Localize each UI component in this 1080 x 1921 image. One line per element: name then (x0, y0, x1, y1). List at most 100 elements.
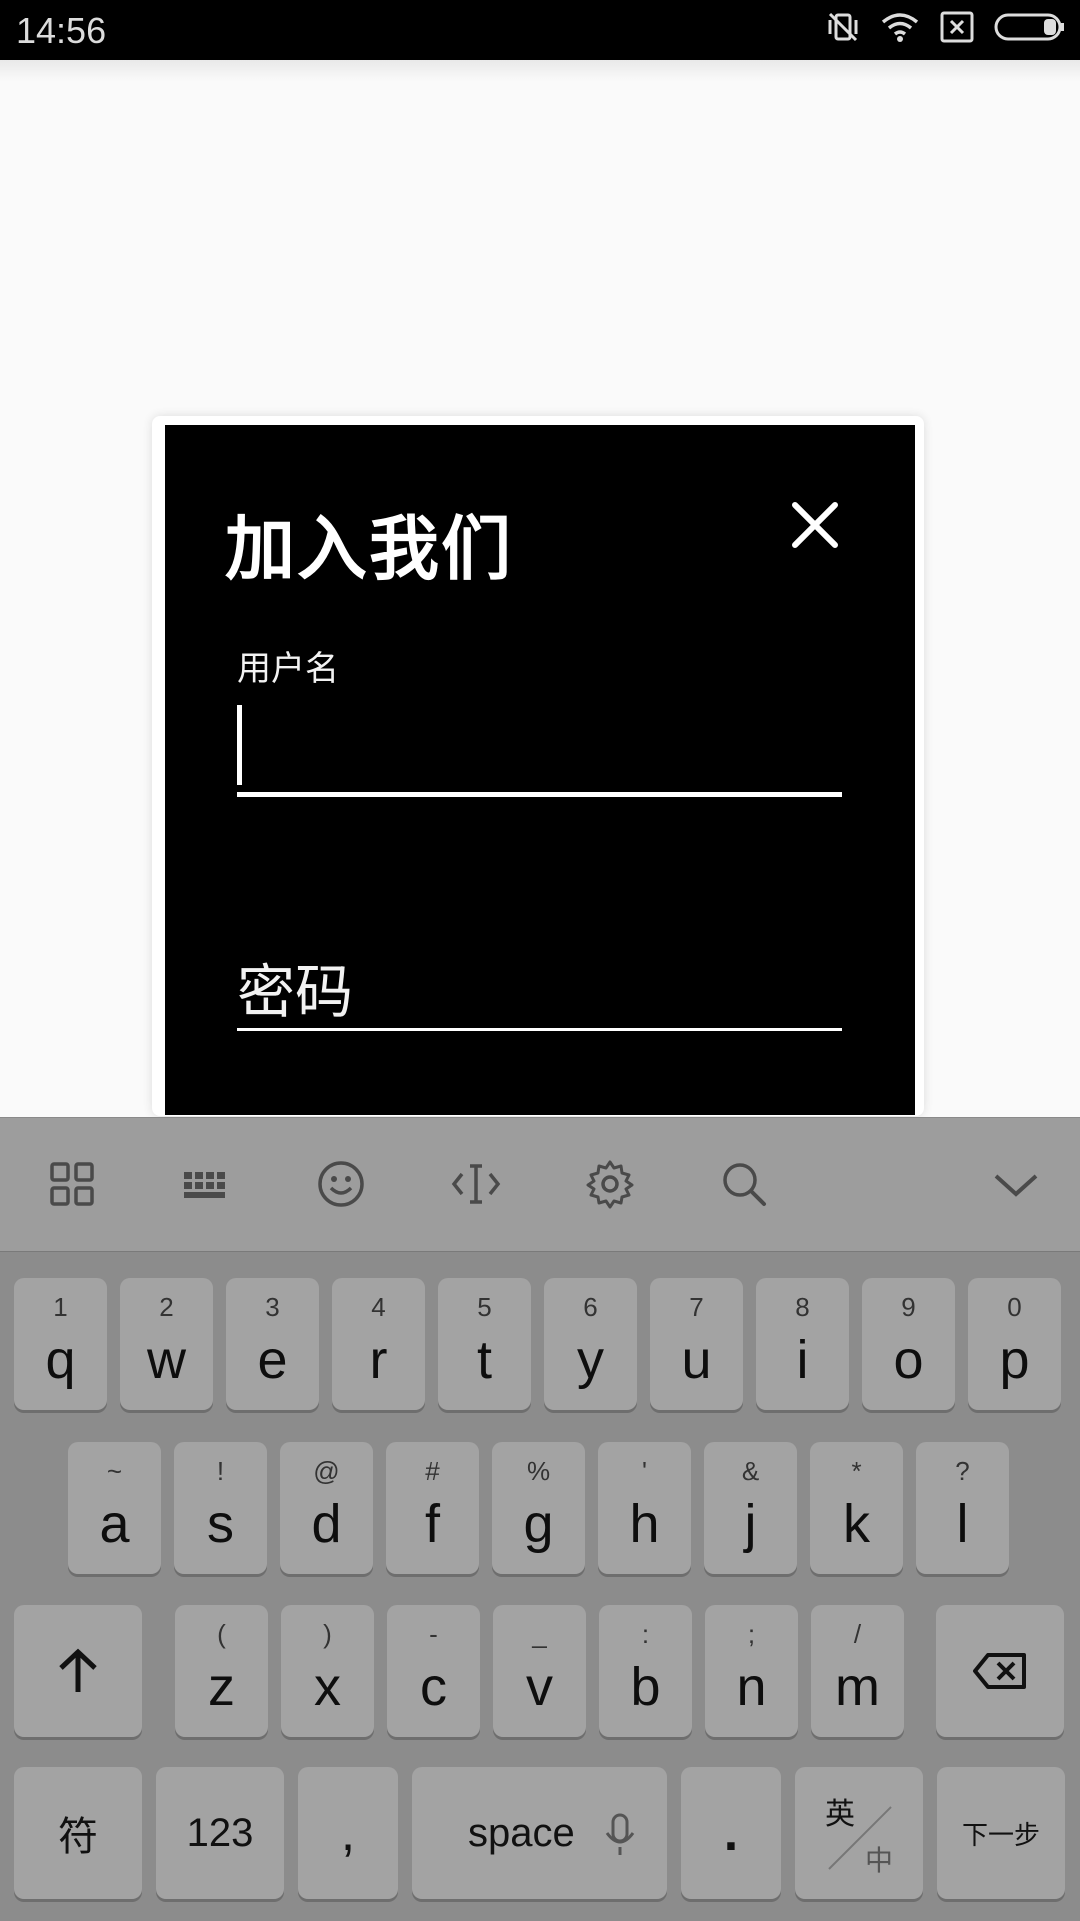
settings-icon[interactable] (584, 1158, 636, 1210)
key-primary-label: s (207, 1494, 234, 1554)
key-secondary-label: ! (216, 1456, 225, 1486)
key-secondary-label: 6 (583, 1292, 598, 1322)
key-j[interactable]: & j (704, 1442, 797, 1574)
comma-key[interactable]: , (298, 1767, 398, 1899)
shift-icon (14, 1605, 142, 1737)
key-primary-label: h (629, 1494, 660, 1554)
key-secondary-label: 8 (795, 1292, 810, 1322)
key-secondary-label: ? (955, 1456, 970, 1486)
key-l[interactable]: ? l (916, 1442, 1009, 1574)
key-y[interactable]: 6y (544, 1278, 637, 1410)
period-key[interactable]: . (681, 1767, 781, 1899)
battery-icon (994, 11, 1066, 43)
microphone-icon (603, 1813, 637, 1862)
key-primary-label: f (424, 1494, 440, 1554)
password-underline (237, 1028, 842, 1031)
search-icon[interactable] (718, 1158, 770, 1210)
symbols-key[interactable]: 符 (14, 1767, 142, 1899)
key-p[interactable]: 0p (968, 1278, 1061, 1410)
close-button[interactable] (785, 495, 845, 555)
key-primary-label: l (956, 1494, 969, 1554)
key-a[interactable]: ~ a (68, 1442, 161, 1574)
numbers-key[interactable]: 123 (156, 1767, 284, 1899)
key-secondary-label: 1 (53, 1292, 68, 1322)
emoji-icon[interactable] (315, 1158, 367, 1210)
key-u[interactable]: 7u (650, 1278, 743, 1410)
keyboard-icon[interactable] (180, 1158, 232, 1210)
collapse-icon[interactable] (990, 1158, 1042, 1210)
key-secondary-label: ) (323, 1619, 332, 1649)
key-primary-label: b (630, 1657, 661, 1717)
key-secondary-label: 4 (371, 1292, 386, 1322)
key-r[interactable]: 4r (332, 1278, 425, 1410)
key-h[interactable]: ' h (598, 1442, 691, 1574)
key-primary-label: m (835, 1657, 880, 1717)
vibrate-off-icon (826, 10, 860, 44)
key-secondary-label: 0 (1007, 1292, 1022, 1322)
cursor-icon[interactable] (450, 1158, 502, 1210)
join-dialog: 加入我们 用户名 密码 (165, 425, 915, 1115)
soft-keyboard: 1q2w3e4r5t6y7u8i9o0p ~ a! s @ d # f% g ' h & j * k? l … (0, 1251, 1080, 1921)
status-bar-shadow (0, 60, 1080, 82)
close-icon (792, 502, 838, 548)
dialog-title: 加入我们 (225, 508, 513, 590)
key-k[interactable]: * k (810, 1442, 903, 1574)
key-s[interactable]: ! s (174, 1442, 267, 1574)
key-primary-label: d (311, 1494, 342, 1554)
key-n[interactable]: ; n (705, 1605, 798, 1737)
status-time: 14:56 (16, 10, 107, 51)
key-d[interactable]: @ d (280, 1442, 373, 1574)
key-secondary-label: - (429, 1619, 438, 1649)
key-secondary-label: / (853, 1619, 862, 1649)
key-secondary-label: # (425, 1456, 440, 1486)
key-m[interactable]: / m (811, 1605, 904, 1737)
key-secondary-label: 9 (901, 1292, 916, 1322)
password-input[interactable]: 密码 (237, 945, 353, 1029)
key-primary-label: k (843, 1494, 870, 1554)
key-primary-label: w (147, 1330, 186, 1390)
key-w[interactable]: 2w (120, 1278, 213, 1410)
key-secondary-label: _ (532, 1619, 547, 1649)
key-f[interactable]: # f (386, 1442, 479, 1574)
language-switch-key[interactable]: 英 中 (795, 1767, 923, 1899)
keyboard-toolbar (0, 1117, 1080, 1252)
next-step-key[interactable]: 下一步 (937, 1767, 1065, 1899)
username-input[interactable] (237, 703, 842, 785)
key-primary-label: p (999, 1330, 1030, 1390)
key-primary-label: y (577, 1330, 604, 1390)
key-c[interactable]: -c (387, 1605, 480, 1737)
key-secondary-label: % (526, 1456, 551, 1486)
backspace-icon (936, 1605, 1064, 1737)
key-primary-label: t (476, 1330, 492, 1390)
key-primary-label: o (893, 1330, 924, 1390)
key-o[interactable]: 9o (862, 1278, 955, 1410)
key-q[interactable]: 1q (14, 1278, 107, 1410)
key-b[interactable]: :b (599, 1605, 692, 1737)
space-key[interactable]: space (412, 1767, 667, 1899)
no-sim-icon (940, 11, 974, 43)
key-secondary-label: ~ (106, 1456, 123, 1486)
key-secondary-label: * (851, 1456, 862, 1486)
key-primary-label: g (523, 1494, 554, 1554)
key-primary-label: v (526, 1657, 553, 1717)
shift-key[interactable] (14, 1605, 142, 1737)
key-x[interactable]: ) x (281, 1605, 374, 1737)
key-secondary-label: & (741, 1456, 760, 1486)
key-v[interactable]: _ v (493, 1605, 586, 1737)
apps-grid-icon[interactable] (46, 1158, 98, 1210)
key-g[interactable]: % g (492, 1442, 585, 1574)
key-secondary-label: 5 (477, 1292, 492, 1322)
key-e[interactable]: 3e (226, 1278, 319, 1410)
key-t[interactable]: 5t (438, 1278, 531, 1410)
key-secondary-label: 7 (689, 1292, 704, 1322)
key-secondary-label: @ (313, 1456, 340, 1486)
key-secondary-label: ( (217, 1619, 226, 1649)
key-primary-label: u (681, 1330, 712, 1390)
backspace-key[interactable] (936, 1605, 1064, 1737)
key-z[interactable]: (z (175, 1605, 268, 1737)
key-i[interactable]: 8i (756, 1278, 849, 1410)
username-underline (237, 792, 842, 797)
key-primary-label: a (99, 1494, 130, 1554)
key-primary-label: c (420, 1657, 447, 1717)
key-primary-label: x (314, 1657, 341, 1717)
